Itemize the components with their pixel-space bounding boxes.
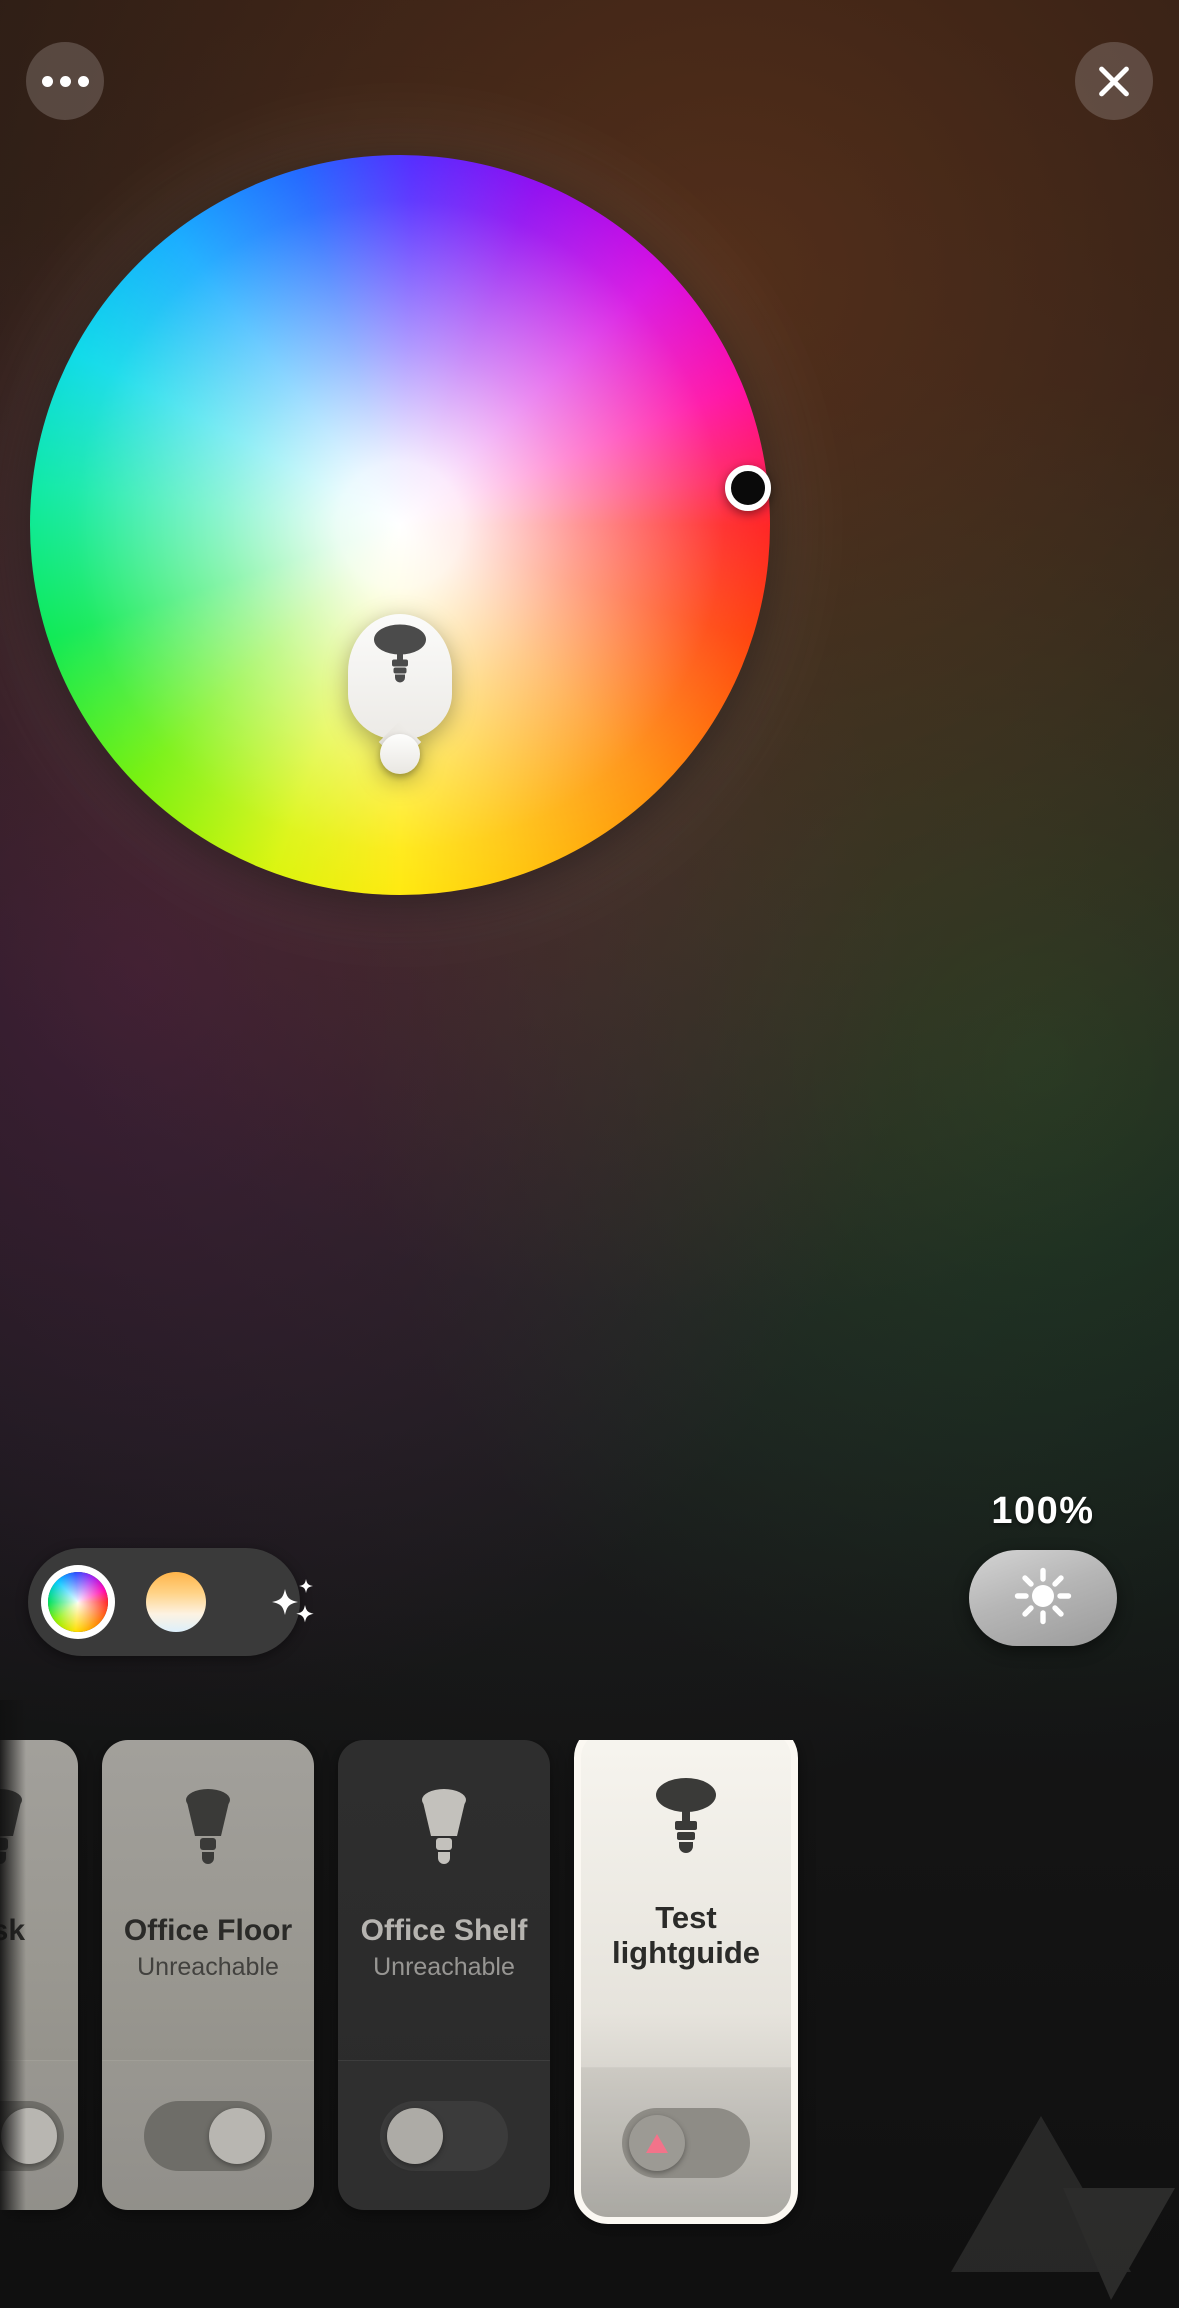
device-card-bottom <box>581 2067 791 2217</box>
toggle-knob <box>209 2107 265 2164</box>
lightguide-bulb-icon <box>647 1771 725 1867</box>
device-card-top: Office Shelf Unreachable <box>338 1740 550 2060</box>
light-position-pin[interactable] <box>348 613 452 774</box>
device-card-bottom <box>338 2060 550 2210</box>
mode-option-color[interactable] <box>48 1572 108 1632</box>
mode-option-effects[interactable] <box>264 1573 318 1631</box>
toggle-knob <box>387 2107 443 2164</box>
device-card-name: Office Shelf <box>360 1914 528 1947</box>
pin-anchor-dot <box>380 733 420 774</box>
three-dots-icon <box>41 75 89 87</box>
device-card-selected[interactable]: Test lightguide <box>574 1740 798 2224</box>
device-card-bottom <box>102 2060 314 2210</box>
device-card-bottom <box>0 2060 78 2210</box>
device-card-name: Test lightguide <box>611 1900 761 1970</box>
warning-triangle-icon <box>646 2133 668 2153</box>
device-power-toggle[interactable] <box>622 2107 750 2178</box>
device-power-toggle[interactable] <box>380 2100 508 2171</box>
pin-body <box>348 613 452 740</box>
brightness-control: 100% <box>943 1490 1143 1646</box>
lightguide-bulb-icon <box>370 622 430 689</box>
close-button[interactable] <box>1075 42 1153 120</box>
close-x-icon <box>1094 61 1134 101</box>
brightness-value-label: 100% <box>991 1490 1095 1532</box>
mode-selector <box>28 1548 314 1656</box>
color-wheel-handle-secondary[interactable] <box>724 465 771 511</box>
topbar <box>0 24 1179 124</box>
device-card-top: Office Floor Unreachable <box>102 1740 314 2060</box>
device-power-toggle[interactable] <box>144 2100 272 2171</box>
brightness-slider[interactable] <box>969 1550 1117 1646</box>
device-card-top: Test lightguide <box>581 1740 791 2067</box>
bulb-icon <box>173 1784 243 1880</box>
sparkles-icon <box>264 1573 318 1632</box>
device-card[interactable]: esk <box>0 1740 78 2210</box>
color-wheel-container[interactable] <box>0 95 830 955</box>
device-card[interactable]: Office Floor Unreachable <box>102 1740 314 2210</box>
more-options-button[interactable] <box>26 42 104 120</box>
device-card-name: Office Floor <box>123 1914 293 1947</box>
toggle-knob <box>629 2114 685 2171</box>
toggle-knob <box>1 2107 57 2164</box>
device-card-top: esk <box>0 1740 78 2060</box>
device-card-list[interactable]: esk Office Floor <box>0 1740 1179 2308</box>
mode-option-white-temperature[interactable] <box>146 1572 206 1632</box>
device-power-toggle[interactable] <box>0 2100 64 2171</box>
bulb-icon <box>409 1784 479 1880</box>
device-card-name: esk <box>0 1914 26 1947</box>
color-wheel[interactable] <box>30 155 770 895</box>
device-card[interactable]: Office Shelf Unreachable <box>338 1740 550 2210</box>
bulb-icon <box>0 1784 35 1880</box>
device-card-status: Unreachable <box>137 1952 279 1981</box>
light-color-picker-screen: 100% k Office Floor Unreachable Office S… <box>0 0 1179 2308</box>
brightness-sun-icon <box>1014 1567 1072 1630</box>
device-card-status: Unreachable <box>373 1952 515 1981</box>
